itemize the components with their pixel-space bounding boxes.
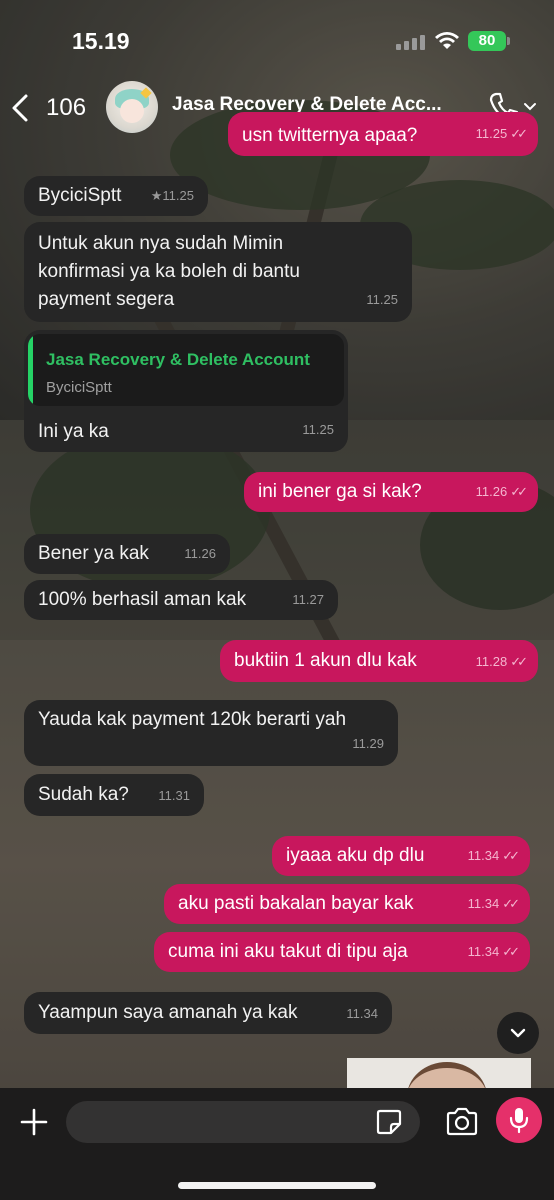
message-text: Ini ya ka: [38, 421, 109, 442]
message-text: buktiin 1 akun dlu kak: [234, 650, 417, 671]
camera-icon[interactable]: [444, 1104, 480, 1140]
message-input[interactable]: [66, 1101, 420, 1143]
message-outgoing[interactable]: iyaaa aku dp dlu 11.34 ✓✓: [272, 836, 530, 876]
message-incoming[interactable]: Sudah ka? 11.31: [24, 774, 204, 816]
message-text-line: konfirmasi ya ka boleh di bantu: [38, 261, 300, 282]
sticker-icon[interactable]: [374, 1107, 404, 1137]
message-time: 11.26: [184, 546, 216, 561]
message-outgoing[interactable]: aku pasti bakalan bayar kak 11.34 ✓✓: [164, 884, 530, 924]
message-text: 100% berhasil aman kak: [38, 589, 247, 610]
read-receipt-icon: ✓✓: [502, 896, 520, 911]
chevron-down-icon: [510, 1028, 526, 1038]
message-outgoing[interactable]: usn twitternya apaa? 11.25 ✓✓: [228, 112, 538, 156]
status-time: 15.19: [72, 28, 130, 54]
message-time: 11.26 ✓✓: [475, 484, 528, 499]
voice-record-button[interactable]: [496, 1097, 542, 1143]
message-text: Bener ya kak: [38, 543, 149, 564]
battery-icon: 80: [468, 31, 506, 51]
message-time: 11.25: [366, 292, 398, 307]
message-incoming-reply[interactable]: Jasa Recovery & Delete Account ByciciSpt…: [24, 330, 348, 452]
message-incoming[interactable]: ByciciSptt ★11.25: [24, 176, 208, 216]
quoted-sender: Jasa Recovery & Delete Account: [46, 350, 310, 369]
message-incoming[interactable]: Untuk akun nya sudah Mimin konfirmasi ya…: [24, 222, 412, 322]
message-outgoing[interactable]: buktiin 1 akun dlu kak 11.28 ✓✓: [220, 640, 538, 682]
read-receipt-icon: ✓✓: [510, 484, 528, 499]
message-time: 11.28 ✓✓: [475, 654, 528, 669]
attach-button[interactable]: [14, 1102, 54, 1142]
plus-icon: [20, 1108, 48, 1136]
message-time: 11.34: [346, 1006, 378, 1021]
read-receipt-icon: ✓✓: [510, 654, 528, 669]
scroll-to-bottom-button[interactable]: [497, 1012, 539, 1054]
message-time: 11.31: [158, 788, 190, 803]
message-text: Yauda kak payment 120k berarti yah: [38, 709, 347, 730]
message-text-line: Untuk akun nya sudah Mimin: [38, 233, 284, 254]
image-message-thumbnail[interactable]: [347, 1058, 531, 1088]
message-text: iyaaa aku dp dlu: [286, 845, 425, 866]
chevron-left-icon: [12, 94, 28, 122]
wifi-icon: [435, 32, 459, 49]
read-receipt-icon: ✓✓: [502, 944, 520, 959]
message-text: Yaampun saya amanah ya kak: [38, 1002, 298, 1023]
message-text: aku pasti bakalan bayar kak: [178, 893, 414, 914]
back-button[interactable]: 106: [10, 88, 100, 128]
message-time: 11.29: [352, 736, 384, 751]
message-time: 11.34 ✓✓: [467, 848, 520, 863]
message-time: 11.34 ✓✓: [467, 944, 520, 959]
message-time: 11.25 ✓✓: [475, 126, 528, 141]
microphone-icon: [509, 1108, 529, 1134]
message-text: usn twitternya apaa?: [242, 125, 418, 146]
status-bar: 15.19 80: [0, 0, 554, 80]
message-text: ini bener ga si kak?: [258, 481, 422, 502]
message-incoming[interactable]: 100% berhasil aman kak 11.27: [24, 580, 338, 620]
read-receipt-icon: ✓✓: [510, 126, 528, 141]
quoted-message[interactable]: Jasa Recovery & Delete Account ByciciSpt…: [28, 334, 344, 406]
message-time: 11.25: [302, 422, 334, 437]
message-time: 11.27: [292, 592, 324, 607]
quoted-text: ByciciSptt: [46, 379, 112, 396]
message-incoming[interactable]: Yauda kak payment 120k berarti yah 11.29: [24, 700, 398, 766]
home-indicator[interactable]: [178, 1182, 376, 1189]
message-outgoing[interactable]: ini bener ga si kak? 11.26 ✓✓: [244, 472, 538, 512]
message-outgoing[interactable]: cuma ini aku takut di tipu aja 11.34 ✓✓: [154, 932, 530, 972]
message-time: ★11.25: [150, 188, 194, 203]
message-composer: [0, 1088, 554, 1200]
cellular-signal-icon: [396, 34, 426, 50]
read-receipt-icon: ✓✓: [502, 848, 520, 863]
message-incoming[interactable]: Yaampun saya amanah ya kak 11.34: [24, 992, 392, 1034]
message-time: 11.34 ✓✓: [467, 896, 520, 911]
unread-count: 106: [46, 94, 87, 121]
message-text-line: payment segera: [38, 289, 175, 310]
message-incoming[interactable]: Bener ya kak 11.26: [24, 534, 230, 574]
message-text: Sudah ka?: [38, 784, 129, 805]
contact-avatar[interactable]: [106, 81, 158, 133]
message-text: ByciciSptt: [38, 185, 122, 206]
message-text: cuma ini aku takut di tipu aja: [168, 941, 408, 962]
